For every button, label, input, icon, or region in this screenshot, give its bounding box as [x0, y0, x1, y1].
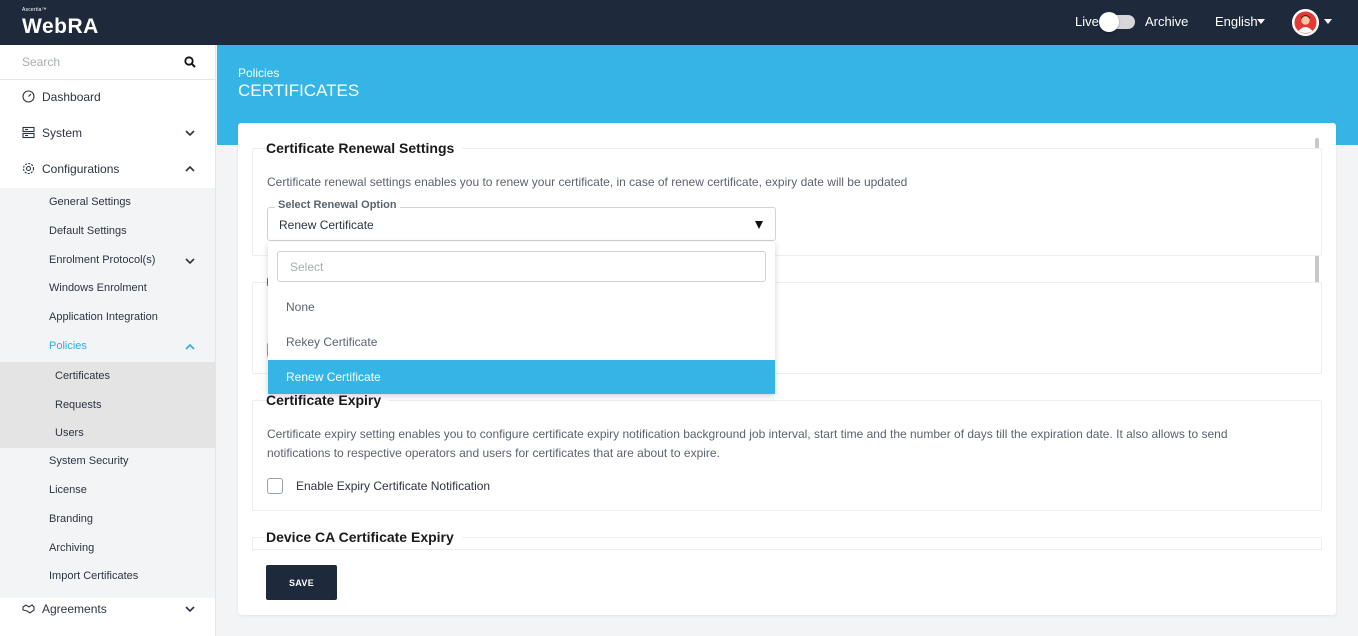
sidebar-item-archiving[interactable]: Archiving: [49, 542, 94, 554]
user-avatar[interactable]: [1292, 9, 1319, 36]
sidebar-search: [0, 45, 215, 80]
expiry-notification-checkbox[interactable]: [267, 478, 283, 494]
brand-superscript: Ascertia™: [22, 7, 47, 13]
dropdown-option-rekey-certificate[interactable]: Rekey Certificate: [268, 325, 775, 359]
sidebar-item-default-settings[interactable]: Default Settings: [49, 225, 127, 237]
sidebar-item-license[interactable]: License: [49, 484, 87, 496]
expiry-description-line2: notifications to respective operators an…: [267, 446, 720, 460]
language-selector[interactable]: English: [1215, 14, 1258, 29]
renewal-section-title: Certificate Renewal Settings: [266, 140, 463, 156]
caret-down-icon[interactable]: [755, 221, 763, 229]
sidebar-item-system[interactable]: System: [0, 115, 215, 151]
sidebar-item-policies[interactable]: Policies: [49, 340, 87, 352]
brand-name: WebRA: [22, 15, 99, 38]
sidebar-item-requests[interactable]: Requests: [55, 399, 101, 411]
policies-submenu: Certificates Requests Users: [0, 362, 215, 448]
search-icon[interactable]: [184, 56, 196, 68]
divider: [252, 549, 1322, 550]
page-title: CERTIFICATES: [238, 81, 360, 100]
sidebar-item-enrolment-protocols[interactable]: Enrolment Protocol(s): [49, 254, 155, 266]
expiry-notification-label[interactable]: Enable Expiry Certificate Notification: [296, 479, 490, 493]
archive-label: Archive: [1145, 14, 1189, 29]
renewal-description: Certificate renewal settings enables you…: [267, 175, 908, 189]
top-bar: Ascertia™ WebRA Live Archive English: [0, 0, 1358, 45]
option-label: Rekey Certificate: [286, 335, 378, 349]
breadcrumb[interactable]: Policies: [238, 66, 279, 80]
sidebar-item-configurations[interactable]: Configurations: [0, 151, 215, 187]
expiry-section-title: Certificate Expiry: [266, 392, 390, 408]
caret-down-icon[interactable]: [1324, 19, 1332, 24]
sidebar-item-windows-enrolment[interactable]: Windows Enrolment: [49, 282, 147, 294]
sidebar-item-users[interactable]: Users: [55, 427, 84, 439]
sidebar-item-label: Configurations: [42, 162, 120, 176]
sidebar-item-agreements[interactable]: Agreements: [0, 591, 215, 627]
dropdown-option-renew-certificate[interactable]: Renew Certificate: [268, 360, 775, 394]
sidebar-item-import-certificates[interactable]: Import Certificates: [49, 570, 138, 582]
sidebar-item-general-settings[interactable]: General Settings: [49, 196, 131, 208]
sidebar-item-system-security[interactable]: System Security: [49, 455, 128, 467]
server-icon: [22, 126, 35, 139]
chevron-down-icon[interactable]: [184, 255, 196, 267]
renewal-select-label: Select Renewal Option: [275, 199, 400, 211]
toggle-knob: [1099, 12, 1119, 32]
renewal-select-value: Renew Certificate: [279, 218, 374, 232]
caret-down-icon[interactable]: [1257, 19, 1265, 24]
dropdown-option-none[interactable]: None: [268, 290, 775, 324]
option-label: None: [286, 300, 315, 314]
save-button[interactable]: SAVE: [266, 565, 337, 600]
expiry-description-line1: Certificate expiry setting enables you t…: [267, 427, 1228, 441]
avatar-icon: [1292, 9, 1319, 36]
gear-icon: [22, 162, 35, 175]
renewal-option-dropdown: None Rekey Certificate Renew Certificate: [268, 242, 775, 394]
dropdown-search-input[interactable]: [277, 251, 766, 282]
sidebar: Dashboard System Configurations General …: [0, 45, 216, 636]
gauge-icon: [22, 90, 35, 103]
search-input[interactable]: [22, 55, 172, 69]
chevron-up-icon[interactable]: [184, 341, 196, 353]
device-ca-section-title: Device CA Certificate Expiry: [266, 529, 462, 545]
sidebar-item-certificates[interactable]: Certificates: [55, 370, 110, 382]
handshake-icon: [22, 604, 35, 614]
chevron-up-icon: [185, 165, 195, 172]
sidebar-item-label: Agreements: [42, 602, 107, 616]
chevron-down-icon: [185, 606, 195, 613]
option-label: Renew Certificate: [286, 370, 381, 384]
sidebar-item-label: Dashboard: [42, 90, 101, 104]
sidebar-item-label: System: [42, 126, 83, 140]
chevron-down-icon: [185, 130, 195, 137]
live-archive-toggle[interactable]: [1099, 12, 1135, 32]
configurations-submenu: General Settings Default Settings Enrolm…: [0, 188, 215, 598]
sidebar-item-branding[interactable]: Branding: [49, 513, 93, 525]
sidebar-item-application-integration[interactable]: Application Integration: [49, 311, 158, 323]
live-label: Live: [1075, 14, 1099, 29]
sidebar-item-dashboard[interactable]: Dashboard: [0, 79, 215, 115]
